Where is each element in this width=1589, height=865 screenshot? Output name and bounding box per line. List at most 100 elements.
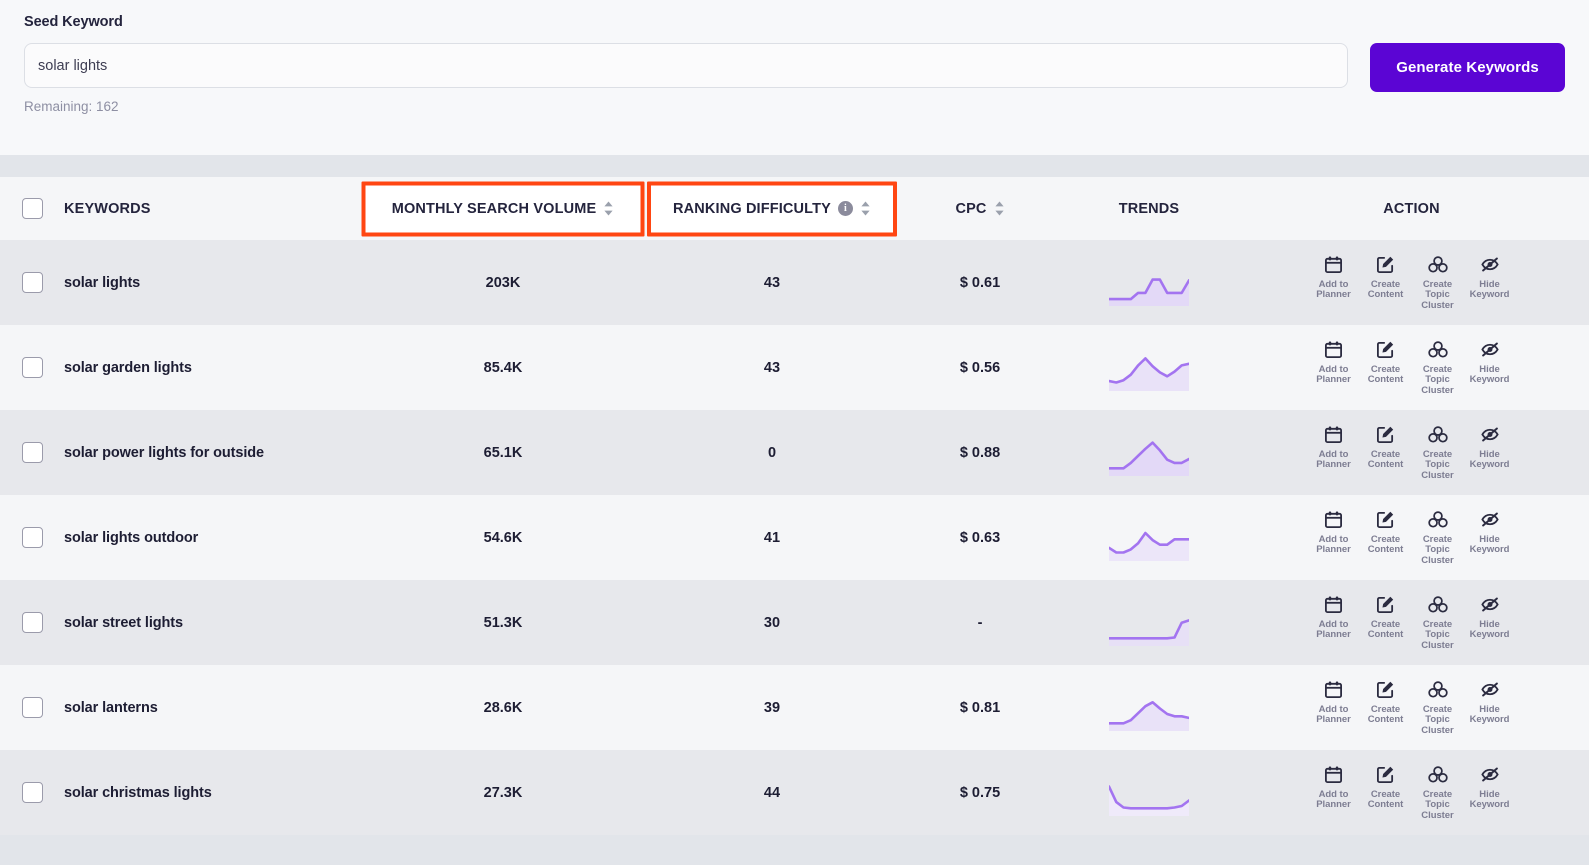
table-row[interactable]: solar christmas lights27.3K44$ 0.75Add t… bbox=[0, 750, 1589, 835]
create-content-label: CreateContent bbox=[1368, 280, 1404, 301]
row-checkbox[interactable] bbox=[22, 357, 43, 378]
header-cpc[interactable]: CPC bbox=[896, 200, 1064, 218]
row-checkbox[interactable] bbox=[22, 272, 43, 293]
header-trends: TRENDS bbox=[1064, 201, 1234, 217]
create-topic-cluster-button[interactable]: Create TopicCluster bbox=[1412, 254, 1464, 312]
hide-keyword-button[interactable]: HideKeyword bbox=[1464, 339, 1516, 397]
hide-keyword-button[interactable]: HideKeyword bbox=[1464, 679, 1516, 737]
ranking-difficulty-cell: 44 bbox=[648, 784, 896, 802]
topic-cluster-icon bbox=[1428, 764, 1448, 786]
trend-sparkline bbox=[1109, 600, 1189, 646]
calendar-icon bbox=[1324, 339, 1343, 361]
trend-cell bbox=[1064, 770, 1234, 816]
hide-keyword-label: HideKeyword bbox=[1470, 365, 1510, 386]
edit-square-icon bbox=[1376, 254, 1395, 276]
create-topic-cluster-button[interactable]: Create TopicCluster bbox=[1412, 424, 1464, 482]
select-all-checkbox[interactable] bbox=[22, 198, 43, 219]
row-checkbox[interactable] bbox=[22, 782, 43, 803]
row-checkbox[interactable] bbox=[22, 612, 43, 633]
msv-value: 54.6K bbox=[484, 530, 523, 546]
msv-value: 51.3K bbox=[484, 615, 523, 631]
row-checkbox[interactable] bbox=[22, 442, 43, 463]
sort-arrows-icon[interactable] bbox=[860, 201, 871, 216]
cpc-value: $ 0.81 bbox=[960, 700, 1000, 716]
create-content-button[interactable]: CreateContent bbox=[1360, 254, 1412, 312]
select-all-cell bbox=[0, 198, 64, 219]
row-select-cell bbox=[0, 357, 64, 378]
add-to-planner-button[interactable]: Add toPlanner bbox=[1308, 764, 1360, 822]
header-monthly-search-volume[interactable]: MONTHLY SEARCH VOLUME bbox=[358, 200, 648, 218]
create-content-button[interactable]: CreateContent bbox=[1360, 594, 1412, 652]
create-content-label: CreateContent bbox=[1368, 535, 1404, 556]
hide-keyword-button[interactable]: HideKeyword bbox=[1464, 764, 1516, 822]
add-to-planner-label: Add toPlanner bbox=[1316, 705, 1351, 726]
action-icon-group: Add toPlanner CreateContent Create TopicCl… bbox=[1308, 509, 1516, 567]
ranking-difficulty-value: 43 bbox=[764, 360, 780, 376]
table-row[interactable]: solar power lights for outside65.1K0$ 0.… bbox=[0, 410, 1589, 495]
keyword-cell: solar lanterns bbox=[64, 699, 358, 717]
keyword-link[interactable]: solar garden lights bbox=[64, 360, 192, 376]
hide-keyword-button[interactable]: HideKeyword bbox=[1464, 594, 1516, 652]
keyword-link[interactable]: solar lanterns bbox=[64, 700, 158, 716]
table-row[interactable]: solar lanterns28.6K39$ 0.81Add toPlanner… bbox=[0, 665, 1589, 750]
create-content-button[interactable]: CreateContent bbox=[1360, 764, 1412, 822]
seed-keyword-row: Remaining: 162 Generate Keywords bbox=[24, 43, 1565, 114]
table-row[interactable]: solar garden lights85.4K43$ 0.56Add toPl… bbox=[0, 325, 1589, 410]
row-checkbox[interactable] bbox=[22, 697, 43, 718]
create-content-button[interactable]: CreateContent bbox=[1360, 424, 1412, 482]
sort-arrows-icon[interactable] bbox=[603, 201, 614, 216]
hide-keyword-button[interactable]: HideKeyword bbox=[1464, 509, 1516, 567]
keyword-link[interactable]: solar street lights bbox=[64, 615, 183, 631]
keyword-link[interactable]: solar power lights for outside bbox=[64, 445, 264, 461]
add-to-planner-button[interactable]: Add toPlanner bbox=[1308, 424, 1360, 482]
create-content-button[interactable]: CreateContent bbox=[1360, 679, 1412, 737]
add-to-planner-label: Add toPlanner bbox=[1316, 280, 1351, 301]
sort-arrows-icon[interactable] bbox=[994, 201, 1005, 216]
create-topic-cluster-button[interactable]: Create TopicCluster bbox=[1412, 594, 1464, 652]
header-msv-inner: MONTHLY SEARCH VOLUME bbox=[392, 201, 615, 217]
create-topic-cluster-button[interactable]: Create TopicCluster bbox=[1412, 679, 1464, 737]
keyword-link[interactable]: solar christmas lights bbox=[64, 785, 212, 801]
cpc-value: $ 0.56 bbox=[960, 360, 1000, 376]
cpc-value: - bbox=[978, 615, 983, 631]
ranking-difficulty-value: 44 bbox=[764, 785, 780, 801]
create-content-label: CreateContent bbox=[1368, 705, 1404, 726]
keyword-link[interactable]: solar lights outdoor bbox=[64, 530, 198, 546]
seed-keyword-input[interactable] bbox=[24, 43, 1348, 88]
cpc-value: $ 0.88 bbox=[960, 445, 1000, 461]
hide-keyword-label: HideKeyword bbox=[1470, 790, 1510, 811]
add-to-planner-label: Add toPlanner bbox=[1316, 450, 1351, 471]
table-row[interactable]: solar lights203K43$ 0.61Add toPlannerCre… bbox=[0, 240, 1589, 325]
info-icon[interactable]: i bbox=[838, 201, 853, 216]
table-row[interactable]: solar street lights51.3K30-Add toPlanner… bbox=[0, 580, 1589, 665]
cpc-value: $ 0.63 bbox=[960, 530, 1000, 546]
calendar-icon bbox=[1324, 509, 1343, 531]
action-cell: Add toPlanner CreateContent Create TopicCl… bbox=[1234, 254, 1589, 312]
header-action: ACTION bbox=[1234, 201, 1589, 217]
add-to-planner-button[interactable]: Add toPlanner bbox=[1308, 509, 1360, 567]
create-content-button[interactable]: CreateContent bbox=[1360, 509, 1412, 567]
create-topic-cluster-button[interactable]: Create TopicCluster bbox=[1412, 509, 1464, 567]
add-to-planner-button[interactable]: Add toPlanner bbox=[1308, 679, 1360, 737]
hide-keyword-button[interactable]: HideKeyword bbox=[1464, 254, 1516, 312]
trend-cell bbox=[1064, 600, 1234, 646]
msv-value: 28.6K bbox=[484, 700, 523, 716]
add-to-planner-label: Add toPlanner bbox=[1316, 365, 1351, 386]
generate-keywords-button[interactable]: Generate Keywords bbox=[1370, 43, 1565, 92]
keyword-link[interactable]: solar lights bbox=[64, 275, 140, 291]
trend-sparkline bbox=[1109, 770, 1189, 816]
calendar-icon bbox=[1324, 594, 1343, 616]
create-topic-cluster-button[interactable]: Create TopicCluster bbox=[1412, 764, 1464, 822]
row-checkbox[interactable] bbox=[22, 527, 43, 548]
create-content-button[interactable]: CreateContent bbox=[1360, 339, 1412, 397]
create-topic-cluster-label: Create TopicCluster bbox=[1412, 280, 1464, 312]
add-to-planner-button[interactable]: Add toPlanner bbox=[1308, 594, 1360, 652]
add-to-planner-button[interactable]: Add toPlanner bbox=[1308, 254, 1360, 312]
table-row[interactable]: solar lights outdoor54.6K41$ 0.63Add toP… bbox=[0, 495, 1589, 580]
trend-cell bbox=[1064, 685, 1234, 731]
header-ranking-difficulty[interactable]: RANKING DIFFICULTY i bbox=[648, 200, 896, 218]
add-to-planner-button[interactable]: Add toPlanner bbox=[1308, 339, 1360, 397]
hide-keyword-button[interactable]: HideKeyword bbox=[1464, 424, 1516, 482]
create-topic-cluster-button[interactable]: Create TopicCluster bbox=[1412, 339, 1464, 397]
cpc-value: $ 0.61 bbox=[960, 275, 1000, 291]
